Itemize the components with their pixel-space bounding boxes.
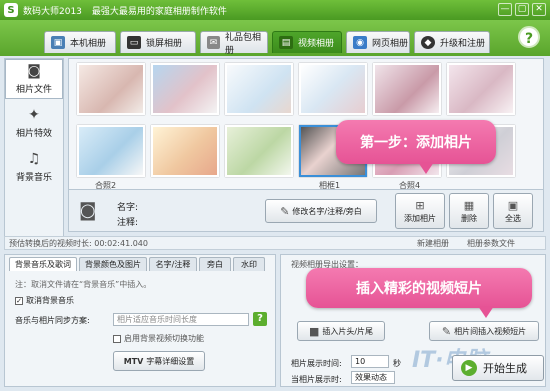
camera-icon: ◙ [79,200,97,221]
start-generate-button[interactable]: ▶ 开始生成 [452,355,544,381]
sparkle-icon: ✦ [28,107,40,123]
photo-thumbnail[interactable] [77,63,145,115]
select-all-button[interactable]: ▣ 全选 [493,193,533,229]
trash-icon: ▦ [463,198,475,212]
bottom-settings-panel: 背景音乐及歌词 背景颜色及图片 名字/注释 旁白 水印 注：取消文件请在“背景音… [4,254,276,387]
insert-title-button[interactable]: ■ 插入片头/片尾 [297,321,385,341]
album-params-link[interactable]: 相册参数文件 [467,238,515,249]
photo-thumbnail[interactable] [77,125,145,177]
mtv-subtitle-settings-button[interactable]: MTV 字幕详细设置 [113,351,205,371]
delete-button[interactable]: ▦ 删除 [449,193,489,229]
tab-video-album[interactable]: ▤ 视频相册 [272,31,342,53]
add-photo-button[interactable]: ⊞ 添加相片 [395,193,445,229]
enable-switch-checkbox[interactable]: 启用背景视频切换功能 [113,333,204,344]
app-slogan: 最强大最易用的家庭相册制作软件 [91,6,227,17]
pc-icon: ▣ [51,36,65,49]
gift-icon: ✉ [207,36,221,49]
photo-thumbnail[interactable] [151,63,219,115]
display-time-label: 相片展示时间: [291,359,342,368]
photo-thumbnail[interactable] [151,125,219,177]
upgrade-icon: ◆ [421,36,435,49]
photo-thumbnail[interactable] [447,63,515,115]
tab-web-album[interactable]: ◉ 网页相册 [346,31,410,53]
app-logo-icon: S [4,3,18,17]
photo-thumbnail[interactable] [373,63,441,115]
close-button[interactable]: ✕ [532,3,546,16]
mtv-icon: MTV [123,356,144,366]
clip-callout: 插入精彩的视频短片 [306,268,532,308]
effect-select[interactable]: 效果动态 [351,371,395,384]
seconds-unit: 秒 [393,359,401,368]
help-icon[interactable]: ? [253,312,267,326]
photo-thumbnail[interactable] [225,63,293,115]
film-icon: ▤ [279,36,293,49]
estimated-duration: 预估转换后的视频时长: 00:02:41.040 [9,238,148,248]
title-bar: S 数码大师2013 最强大最易用的家庭相册制作软件 — ▢ ✕ [0,0,550,20]
maximize-button[interactable]: ▢ [515,3,529,16]
video-camera-icon: ■ [308,324,320,338]
new-album-link[interactable]: 新建相册 [417,238,449,249]
photo-info-strip: ◙ 名字: 注释: ✎ 修改名字/注释/旁白 ⊞ 添加相片 ▦ 删除 ▣ 全选 [68,190,544,232]
sync-select[interactable]: 相片适应音乐时间长度 [113,313,249,326]
callout-pointer [418,162,434,174]
photo-caption: 相框1 [319,181,341,190]
app-title: 数码大师2013 [23,6,82,17]
play-icon: ▶ [461,360,477,376]
photo-thumbnail[interactable] [225,125,293,177]
sidebar-item-photo-effects[interactable]: ✦ 相片特效 [5,103,63,143]
minimize-button[interactable]: — [498,3,512,16]
tab-watermark[interactable]: 水印 [233,257,265,271]
help-button[interactable]: ? [518,26,540,48]
photo-caption: 合照2 [95,181,117,190]
tab-lockscreen-album[interactable]: ▭ 锁屏相册 [120,31,196,53]
left-sidebar: ◙ 相片文件 ✦ 相片特效 ♫ 背景音乐 [4,58,64,238]
main-tab-bar: ▣ 本机相册 ▭ 锁屏相册 ✉ 礼品包相册 ▤ 视频相册 ◉ 网页相册 ◆ 升级… [0,20,550,56]
tab-gift-album[interactable]: ✉ 礼品包相册 [200,31,268,56]
monitor-icon: ▭ [127,36,141,49]
window-controls: — ▢ ✕ [498,3,546,16]
note-label: 注释: [117,218,139,228]
tab-bg-music-lyrics[interactable]: 背景音乐及歌词 [9,257,77,271]
status-line: 预估转换后的视频时长: 00:02:41.040 新建相册 相册参数文件 [4,236,546,250]
photo-thumbnail[interactable] [299,63,367,115]
insert-video-clip-button[interactable]: ✎ 相片间插入视频短片 [429,321,539,341]
effect-label: 当相片展示时: [291,375,342,384]
checkbox-checked-icon: ✓ [15,296,23,305]
select-all-icon: ▣ [507,198,519,212]
callout-pointer [478,306,494,318]
tab-local-album[interactable]: ▣ 本机相册 [44,31,116,53]
step1-callout: 第一步：添加相片 [336,120,496,164]
edit-name-note-button[interactable]: ✎ 修改名字/注释/旁白 [265,199,377,223]
photo-caption: 合照4 [399,181,421,190]
music-icon: ♫ [27,151,41,167]
sidebar-item-photo-files[interactable]: ◙ 相片文件 [5,59,63,99]
add-photo-icon: ⊞ [415,198,425,212]
tab-upgrade-register[interactable]: ◆ 升级和注册 [414,31,490,53]
tab-narration[interactable]: 旁白 [199,257,231,271]
name-label: 名字: [117,203,139,213]
sync-label: 音乐与相片同步方案: [15,316,90,325]
display-time-input[interactable]: 10 [351,355,389,368]
checkbox-unchecked-icon [113,334,121,343]
tab-name-note[interactable]: 名字/注释 [149,257,197,271]
web-icon: ◉ [353,36,367,49]
tab-bg-color-image[interactable]: 背景颜色及图片 [79,257,147,271]
edit-icon: ✎ [280,204,290,218]
music-note-text: 注：取消文件请在“背景音乐”中插入。 [15,280,152,289]
sidebar-item-background-music[interactable]: ♫ 背景音乐 [5,147,63,187]
camera-icon: ◙ [27,63,41,79]
edit-icon: ✎ [441,324,452,338]
cancel-music-checkbox[interactable]: ✓ 取消背景音乐 [15,295,74,306]
